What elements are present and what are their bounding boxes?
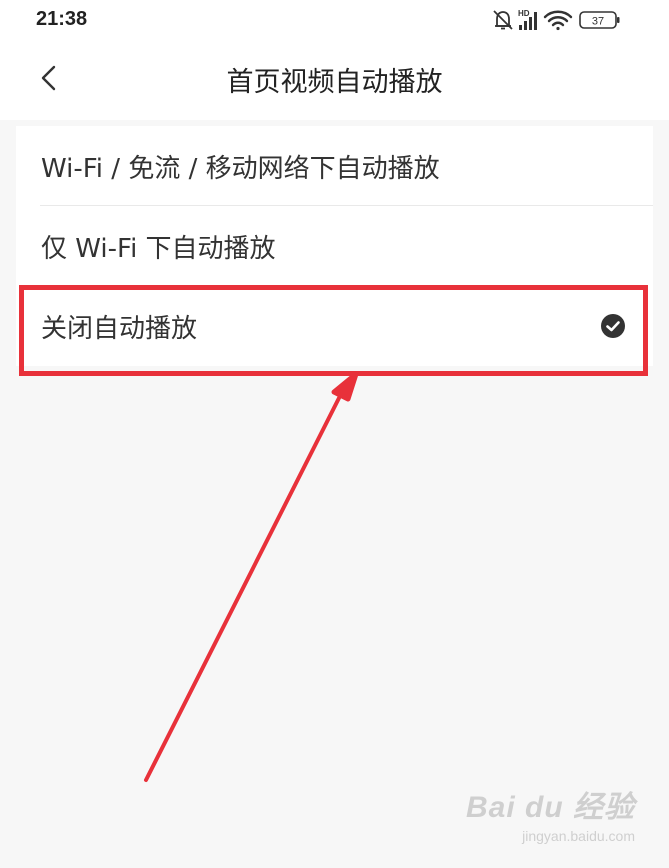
option-disable-autoplay[interactable]: 关闭自动播放 xyxy=(16,286,653,366)
watermark-site: jingyan.baidu.com xyxy=(522,828,635,844)
option-label: 仅 Wi-Fi 下自动播放 xyxy=(41,234,276,264)
battery-level: 37 xyxy=(592,16,604,28)
status-icons: HD 37 xyxy=(491,7,631,33)
checkmark-icon xyxy=(601,314,625,338)
option-label: Wi-Fi / 免流 / 移动网络下自动播放 xyxy=(41,154,440,184)
option-label: 关闭自动播放 xyxy=(41,314,198,344)
option-wifi-free-mobile[interactable]: Wi-Fi / 免流 / 移动网络下自动播放 xyxy=(16,126,653,206)
option-wifi-only[interactable]: 仅 Wi-Fi 下自动播放 xyxy=(16,206,653,286)
signal-icon: HD xyxy=(518,9,537,30)
autoplay-options-list: Wi-Fi / 免流 / 移动网络下自动播放 仅 Wi-Fi 下自动播放 关闭自… xyxy=(16,126,653,366)
hd-label: HD xyxy=(518,9,530,18)
status-bar: 21:38 HD 37 xyxy=(0,0,669,40)
bell-muted-icon xyxy=(493,10,513,30)
watermark-brand: Bai du 经验 xyxy=(465,791,635,824)
status-time: 21:38 xyxy=(36,8,88,30)
wifi-icon xyxy=(543,10,573,31)
nav-bar: 首页视频自动播放 xyxy=(0,40,669,120)
page-title: 首页视频自动播放 xyxy=(226,67,443,98)
battery-icon: 37 xyxy=(579,11,620,29)
watermark: Bai du 经验 jingyan.baidu.com xyxy=(466,782,635,844)
